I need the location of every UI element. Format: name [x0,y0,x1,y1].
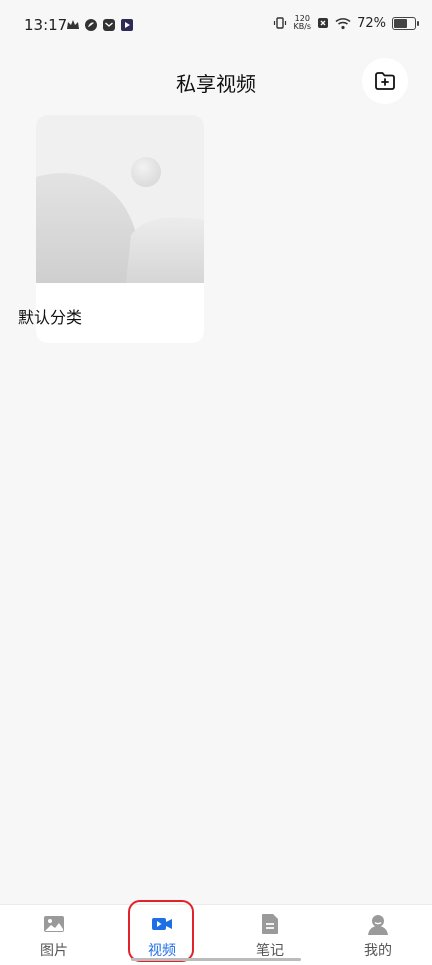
network-speed-unit: KB/s [293,22,312,31]
battery-percent: 72% [357,15,386,31]
person-icon [368,915,388,935]
status-time: 13:17 [24,16,68,34]
battery-icon [392,16,419,30]
image-icon [44,916,64,932]
status-right: 120 KB/s 72% [273,15,419,31]
nav-label-videos: 视频 [148,943,176,959]
category-label: 默认分类 [18,308,83,327]
network-speed: 120 KB/s [293,15,311,31]
home-indicator[interactable] [131,958,301,961]
play-app-icon [121,19,133,31]
no-sim-icon [318,18,329,28]
nav-item-videos[interactable]: 视频 [108,905,216,965]
status-bar: 13:17 120 KB/s 72% [0,0,432,50]
nav-label-notes: 笔记 [256,943,284,959]
nav-item-images[interactable]: 图片 [0,905,108,965]
crown-icon [67,20,79,29]
vibrate-icon [274,17,287,29]
video-camera-icon [152,918,172,930]
wifi-icon [335,17,351,29]
add-category-button[interactable] [362,58,408,104]
message-icon [103,19,115,31]
app-leaf-icon [85,19,97,31]
folder-plus-icon [375,72,395,90]
nav-label-profile: 我的 [364,943,392,959]
document-icon [262,914,278,934]
nav-label-images: 图片 [40,943,68,959]
image-placeholder-icon [36,115,204,283]
battery-level [394,18,407,28]
nav-item-notes[interactable]: 笔记 [216,905,324,965]
nav-item-profile[interactable]: 我的 [324,905,432,965]
bottom-nav: 图片 视频 笔记 我的 [0,904,432,965]
category-thumbnail [36,115,204,283]
